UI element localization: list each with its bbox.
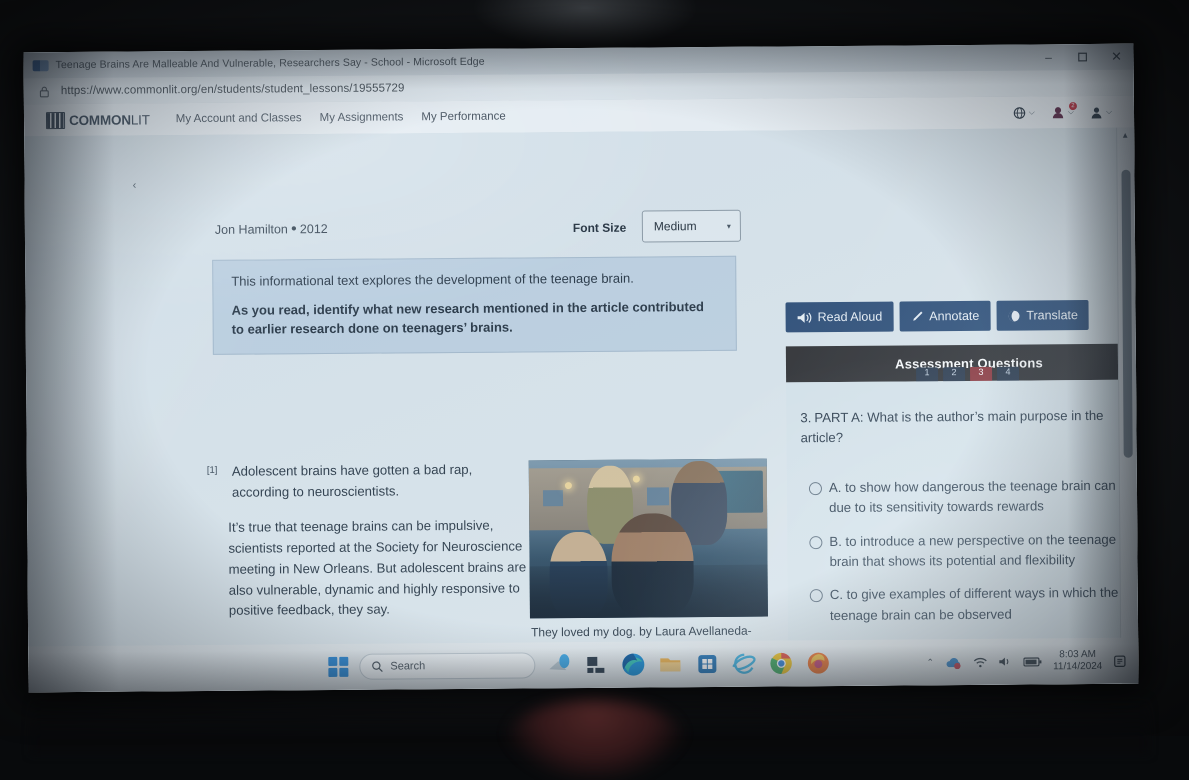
file-explorer-icon[interactable]: [657, 651, 683, 677]
radio-button-b[interactable]: [809, 535, 823, 549]
clock-time: 8:03 AM: [1059, 648, 1096, 660]
page-content: ‹ Vulnerable, Researchers Say Jon Hamilt…: [24, 127, 1122, 693]
notifications-icon[interactable]: 2 ⌵: [1051, 102, 1077, 119]
window-controls: – ✕: [1031, 44, 1133, 71]
option-b-label: B. to introduce a new perspective on the…: [829, 531, 1117, 570]
google-chrome-icon[interactable]: [768, 650, 794, 676]
radio-button-a[interactable]: [808, 482, 823, 496]
option-a-label: A. to show how dangerous the teenage bra…: [828, 477, 1122, 516]
option-c-label: C. to give examples of different ways in…: [829, 585, 1119, 623]
globe-icon: [1008, 310, 1020, 321]
annotate-button[interactable]: Annotate: [899, 300, 991, 332]
widgets-icon[interactable]: [546, 652, 572, 678]
scrollbar-thumb[interactable]: [1121, 169, 1133, 458]
chevron-down-icon: ⌵: [1028, 107, 1035, 117]
pen-icon: [912, 311, 923, 321]
question-number: 3.: [800, 410, 812, 426]
search-icon: [372, 661, 383, 672]
url-text: https://www.commonlit.org/en/students/st…: [60, 82, 405, 98]
nav-my-performance[interactable]: My Performance: [421, 111, 505, 124]
taskbar-clock[interactable]: 8:03 AM 11/14/2024: [1053, 648, 1103, 673]
option-b[interactable]: B. to introduce a new perspective on the…: [809, 529, 1121, 572]
nav-right-icons: ⌵ 2 ⌵ ⌵: [1013, 102, 1112, 120]
clock-date: 11/14/2024: [1053, 660, 1103, 673]
speaker-icon: [797, 312, 812, 323]
onedrive-icon[interactable]: [945, 656, 962, 669]
minimize-button[interactable]: –: [1031, 44, 1065, 70]
firefox-icon[interactable]: [805, 650, 831, 676]
internet-explorer-icon[interactable]: [731, 651, 757, 677]
option-a[interactable]: A. to show how dangerous the teenage bra…: [808, 476, 1122, 519]
nav-my-assignments[interactable]: My Assignments: [320, 111, 404, 124]
microsoft-edge-icon[interactable]: [620, 651, 646, 677]
tray-overflow-icon[interactable]: ⌃: [926, 657, 934, 668]
read-aloud-label: Read Aloud: [817, 309, 883, 325]
notification-center-icon[interactable]: [1113, 654, 1126, 667]
article-summary-box: This informational text explores the dev…: [212, 255, 737, 355]
taskbar-center: Search: [328, 650, 831, 680]
article-paragraph-2: It’s true that teenage brains can be imp…: [228, 517, 527, 619]
task-view-icon[interactable]: [583, 652, 609, 678]
paragraph-number: [1]: [206, 464, 218, 476]
taskbar-search[interactable]: Search: [359, 652, 536, 680]
read-aloud-button[interactable]: Read Aloud: [785, 301, 894, 333]
question-text: 3. PART A: What is the author’s main purp…: [800, 406, 1121, 450]
font-size-select[interactable]: Medium ▾: [641, 209, 742, 243]
article-byline: Jon Hamilton ● 2012: [215, 222, 328, 237]
scroll-up-arrow[interactable]: ▲: [1121, 131, 1129, 140]
reading-toolbar: Read Aloud Annotate Translate: [785, 300, 1090, 333]
assessment-panel: Read Aloud Annotate Translate Assessment…: [785, 257, 1122, 693]
radio-button-c[interactable]: [809, 589, 823, 603]
font-size-label: Font Size: [572, 220, 627, 236]
commonlit-logo[interactable]: COMMONLIT: [45, 111, 150, 129]
chevron-down-icon: ⌵: [1105, 106, 1113, 116]
book-icon: [45, 111, 66, 129]
notification-badge: 2: [1068, 102, 1077, 111]
foreground-blur-object: [505, 700, 685, 780]
article-paragraph-1: Adolescent brains have gotten a bad rap,…: [231, 461, 473, 500]
author-name: Jon Hamilton: [214, 222, 288, 237]
wifi-icon[interactable]: [973, 656, 987, 667]
font-size-value: Medium: [653, 219, 697, 234]
monitor-screen: Teenage Brains Are Malleable And Vulnera…: [23, 43, 1139, 693]
system-tray: ⌃ 8:03 AM 11/14/2024: [926, 648, 1126, 675]
summary-line-2: As you read, identify what new research …: [231, 298, 705, 337]
translate-button[interactable]: Translate: [996, 300, 1090, 331]
window-title: Teenage Brains Are Malleable And Vulnera…: [55, 55, 485, 72]
volume-icon[interactable]: [998, 656, 1012, 668]
nav-links: My Account and Classes My Assignments My…: [176, 111, 506, 126]
edge-tab-favicon: [32, 59, 49, 71]
lock-icon: [38, 85, 51, 98]
option-c[interactable]: C. to give examples of different ways in…: [809, 583, 1122, 626]
article-title-clip: Vulnerable, Researchers Say: [134, 158, 814, 187]
annotate-label: Annotate: [929, 308, 980, 324]
translate-label: Translate: [1026, 308, 1078, 323]
chevron-down-icon: ▾: [726, 221, 731, 231]
microsoft-store-icon[interactable]: [694, 651, 720, 677]
question-prompt: PART A: What is the author’s main purpos…: [800, 407, 1104, 446]
maximize-button[interactable]: [1065, 44, 1099, 70]
close-button[interactable]: ✕: [1099, 44, 1133, 70]
search-placeholder: Search: [390, 660, 426, 673]
battery-icon[interactable]: [1022, 656, 1042, 667]
start-button-icon[interactable]: [328, 656, 349, 677]
byline-separator: ●: [290, 223, 297, 235]
nav-my-account-and-classes[interactable]: My Account and Classes: [176, 112, 302, 125]
publication-year: 2012: [299, 221, 328, 237]
summary-line-1: This informational text explores the dev…: [231, 270, 634, 289]
globe-icon[interactable]: ⌵: [1013, 106, 1035, 119]
article-photo: [528, 458, 768, 619]
profile-icon[interactable]: ⌵: [1090, 105, 1112, 118]
logo-text: COMMONLIT: [68, 111, 150, 128]
windows-taskbar: Search ⌃ 8:03 AM 11/14/2024: [28, 637, 1139, 693]
